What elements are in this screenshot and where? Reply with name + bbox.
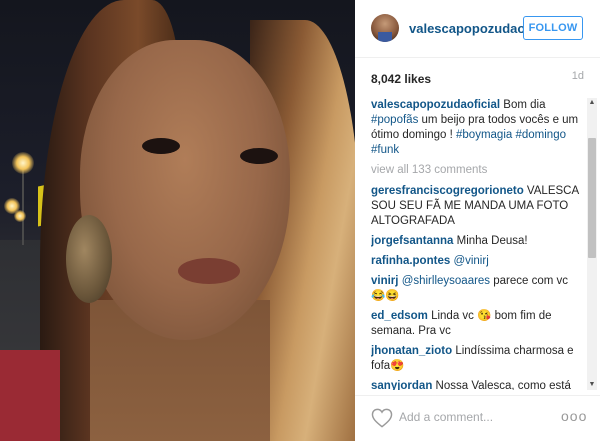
clothing <box>0 350 60 441</box>
comment-mention[interactable]: @shirlleysoaares <box>402 275 490 287</box>
list-item: vinirj @shirlleysoaares parece com vc 😂😆 <box>371 274 584 304</box>
street-lamp <box>14 210 26 222</box>
post-age[interactable]: 1d <box>572 70 584 82</box>
caption-text: Bom dia <box>500 99 546 111</box>
comment-username[interactable]: jorgefsantanna <box>371 235 453 247</box>
likes-row: 8,042 likes 1d <box>371 70 584 86</box>
list-item: sanyjordan Nossa Valesca, como está magr… <box>371 379 584 390</box>
hashtag[interactable]: #boymagia <box>456 129 512 141</box>
caption-username[interactable]: valescapopozudaoficial <box>371 99 500 111</box>
street-lamp <box>12 152 34 174</box>
scroll-down-arrow-icon[interactable]: ▼ <box>587 380 597 390</box>
list-item: jorgefsantanna Minha Deusa! <box>371 234 584 249</box>
list-item: geresfranciscogregorioneto VALESCA SOU S… <box>371 184 584 229</box>
scroll-thumb[interactable] <box>588 138 596 258</box>
hashtag[interactable]: #funk <box>371 144 399 156</box>
comment-username[interactable]: jhonatan_zioto <box>371 345 452 357</box>
comment-text: Minha Deusa! <box>453 235 528 247</box>
list-item: ed_edsom Linda vc 😘 bom fim de semana. P… <box>371 309 584 339</box>
likes-count[interactable]: 8,042 likes <box>371 72 431 86</box>
post-photo[interactable] <box>0 0 355 441</box>
earring <box>66 215 112 303</box>
comment-mention[interactable]: @vinirj <box>453 255 488 267</box>
list-item: rafinha.pontes @vinirj <box>371 254 584 269</box>
face <box>80 40 290 340</box>
comment-username[interactable]: sanyjordan <box>371 380 432 390</box>
right-eye <box>240 148 278 164</box>
lamp-pole <box>22 165 24 245</box>
comments-list[interactable]: valescapopozudaoficial Bom dia #popofãs … <box>371 98 584 390</box>
comments-scrollbar[interactable]: ▲ ▼ <box>587 98 597 390</box>
scroll-up-arrow-icon[interactable]: ▲ <box>587 98 597 108</box>
hashtag[interactable]: #popofãs <box>371 114 418 126</box>
left-eye <box>142 138 180 154</box>
post-side-panel: valescapopozudao... FOLLOW 8,042 likes 1… <box>355 0 600 441</box>
comment-footer: Add a comment... ooo <box>355 395 600 441</box>
add-comment-input[interactable]: Add a comment... <box>399 410 493 424</box>
post-username[interactable]: valescapopozudao... <box>409 21 536 36</box>
view-all-comments-link[interactable]: view all 133 comments <box>371 163 584 178</box>
post-header: valescapopozudao... FOLLOW <box>355 0 600 58</box>
comment-username[interactable]: ed_edsom <box>371 310 428 322</box>
comment-username[interactable]: geresfranciscogregorioneto <box>371 185 524 197</box>
lips <box>178 258 240 284</box>
follow-button[interactable]: FOLLOW <box>523 16 583 40</box>
heart-icon[interactable] <box>371 408 393 428</box>
caption: valescapopozudaoficial Bom dia #popofãs … <box>371 98 584 158</box>
avatar[interactable] <box>371 14 399 42</box>
hashtag[interactable]: #domingo <box>515 129 566 141</box>
list-item: jhonatan_zioto Lindíssima charmosa e fof… <box>371 344 584 374</box>
more-options-icon[interactable]: ooo <box>561 408 587 424</box>
comment-username[interactable]: rafinha.pontes <box>371 255 450 267</box>
comment-username[interactable]: vinirj <box>371 275 398 287</box>
